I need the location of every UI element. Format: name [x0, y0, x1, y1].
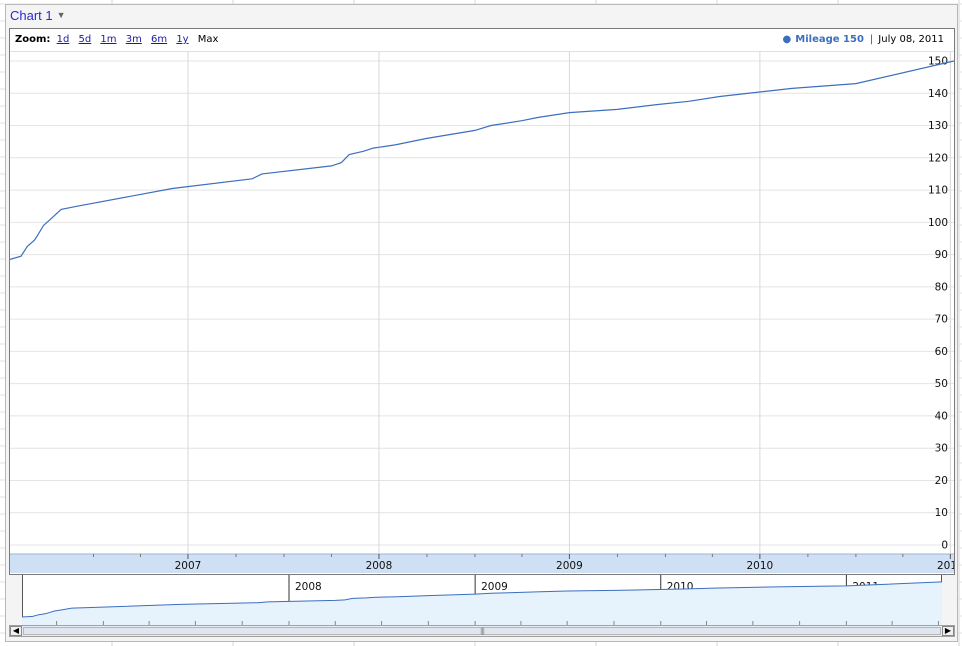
legend-date: July 08, 2011 — [878, 34, 944, 45]
main-chart[interactable]: 0102030405060708090100110120130140150200… — [10, 51, 954, 573]
y-tick-label: 10 — [935, 507, 948, 519]
zoom-5d-link[interactable]: 5d — [79, 34, 92, 45]
y-tick-label: 60 — [935, 346, 948, 358]
y-tick-label: 30 — [935, 443, 948, 455]
scroll-left-button[interactable]: ◀ — [10, 626, 22, 636]
y-tick-label: 80 — [935, 281, 948, 293]
zoom-max-link[interactable]: Max — [198, 34, 219, 45]
zoom-6m-link[interactable]: 6m — [151, 34, 167, 45]
chart-tab[interactable]: Chart 1 ▼ — [10, 8, 66, 23]
y-tick-label: 20 — [935, 475, 948, 487]
y-tick-label: 120 — [928, 152, 948, 164]
series-line — [10, 60, 954, 260]
x-axis-band — [10, 554, 954, 573]
overview-tick-label: 2009 — [481, 581, 508, 593]
chart-toolbar: Zoom: 1d 5d 1m 3m 6m 1y Max ● Mileage 150… — [10, 29, 954, 52]
zoom-1d-link[interactable]: 1d — [57, 34, 70, 45]
zoom-1y-link[interactable]: 1y — [176, 34, 188, 45]
y-tick-label: 130 — [928, 120, 948, 132]
y-tick-label: 50 — [935, 378, 948, 390]
y-tick-label: 110 — [928, 185, 948, 197]
y-tick-label: 140 — [928, 88, 948, 100]
y-tick-label: 40 — [935, 410, 948, 422]
y-tick-label: 90 — [935, 249, 948, 261]
legend-marker-icon: ● — [782, 34, 792, 45]
x-tick-label: 2007 — [175, 560, 202, 572]
zoom-controls: Zoom: 1d 5d 1m 3m 6m 1y Max — [15, 34, 224, 45]
x-tick-label: 2008 — [366, 560, 393, 572]
zoom-label: Zoom: — [15, 34, 51, 45]
y-tick-label: 100 — [928, 217, 948, 229]
scroll-thumb[interactable]: ||| — [23, 627, 941, 635]
x-tick-label: 2011 — [937, 560, 954, 572]
zoom-1m-link[interactable]: 1m — [100, 34, 116, 45]
chart-tab-label: Chart 1 — [10, 8, 53, 23]
grip-icon: ||| — [479, 627, 485, 635]
x-tick-label: 2009 — [556, 560, 583, 572]
scroll-right-button[interactable]: ▶ — [942, 626, 954, 636]
y-tick-label: 70 — [935, 314, 948, 326]
legend-series-label: Mileage 150 — [795, 34, 864, 45]
legend-separator: | — [869, 34, 874, 45]
horizontal-scrollbar[interactable]: ◀ ||| ▶ — [9, 625, 955, 637]
chevron-down-icon[interactable]: ▼ — [57, 10, 66, 20]
x-tick-label: 2010 — [747, 560, 774, 572]
y-tick-label: 0 — [941, 540, 948, 552]
overview-tick-label: 2008 — [295, 581, 322, 593]
zoom-3m-link[interactable]: 3m — [126, 34, 142, 45]
overview-chart[interactable]: 2008200920102011 — [22, 575, 942, 625]
legend: ● Mileage 150 | July 08, 2011 — [783, 34, 944, 45]
